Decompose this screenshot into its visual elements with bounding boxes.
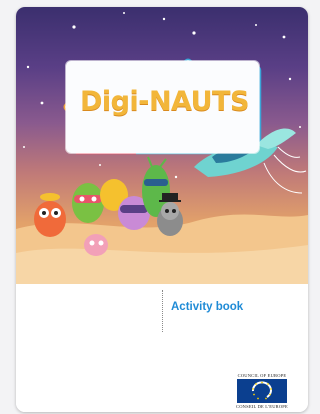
publisher-name-en: COUNCIL OF EUROPE (237, 373, 287, 378)
cover-footer: Activity book COUNCIL OF EUROPE CONSEIL … (16, 284, 308, 412)
dotted-divider (162, 290, 163, 332)
publisher-name-fr: CONSEIL DE L'EUROPE (236, 404, 288, 409)
council-of-europe-flag-icon (237, 379, 287, 403)
book-subtitle: Activity book (171, 301, 244, 313)
cover-illustration: Digi-NAUTS (16, 7, 308, 284)
book-title: Digi-NAUTS (80, 86, 249, 117)
publisher-logo: COUNCIL OF EUROPE CONSEIL DE L'EUROPE (235, 373, 289, 412)
book-cover: Digi-NAUTS Activity book COUNCIL OF EURO… (16, 7, 308, 412)
